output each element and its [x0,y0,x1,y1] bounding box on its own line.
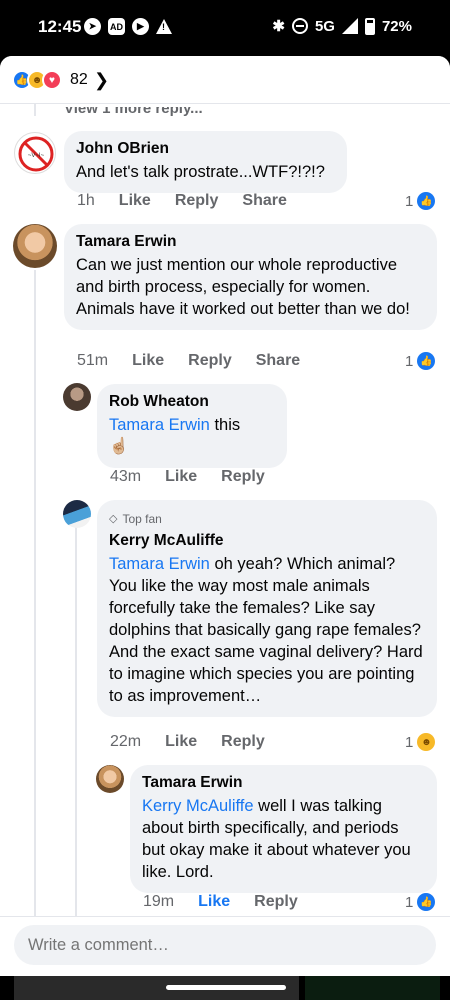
avatar[interactable] [96,765,124,793]
reply-button[interactable]: Reply [221,733,265,751]
network-label: 5G [314,17,335,35]
notification-icons: ➤ AD ▶ ! [84,18,172,35]
reaction-count: 82 [70,71,88,88]
like-button[interactable]: Like [165,468,197,486]
comment-text: And let's talk prostrate...WTF?!?!? [76,163,325,181]
comment-text-body: oh yeah? Which animal? You like the way … [109,555,423,705]
thread-line [34,104,36,116]
avatar[interactable] [13,224,57,268]
mention-link[interactable]: Tamara Erwin [109,555,210,573]
comment-time[interactable]: 51m [77,352,108,370]
thread-line [34,270,36,920]
svg-text:~V~I~: ~V~I~ [28,153,45,159]
commenter-name[interactable]: John OBrien [76,139,335,159]
comment-actions: 51m Like Reply Share [77,352,300,370]
battery-label: 72% [381,17,412,35]
comment-text: Can we just mention our whole reproducti… [76,256,410,318]
top-fan-badge: ◇ Top fan [109,508,425,530]
love-icon: ♥ [42,70,62,90]
commenter-name[interactable]: Rob Wheaton [109,392,275,412]
reply-button[interactable]: Reply [175,192,219,210]
comment-text: Tamara Erwin oh yeah? Which animal? You … [109,553,425,707]
do-not-disturb-icon [291,18,308,34]
reaction-icons: 👍 ☻ ♥ [12,70,62,90]
avatar[interactable] [63,500,91,528]
bluetooth-icon: ✱ [272,18,285,35]
like-button[interactable]: Like [132,352,164,370]
reaction-count: 1 [405,893,414,911]
background-content [305,976,440,1000]
badge-label: Top fan [122,512,162,526]
reply-button[interactable]: Reply [254,893,298,911]
like-button[interactable]: Like [119,192,151,210]
mention-link[interactable]: Kerry McAuliffe [142,797,254,815]
reaction-count: 1 [405,192,414,210]
warning-icon: ! [156,19,172,34]
avatar[interactable]: ~V~I~ [14,132,56,174]
emoji: ☝🏼 [109,438,129,455]
reaction-count: 1 [405,352,414,370]
chevron-right-icon: ❯ [94,70,110,90]
signal-icon [341,18,358,34]
reaction-count: 1 [405,733,414,751]
comment-reaction-count[interactable]: 1 ☻ [405,733,436,751]
comments-sheet: 👍 ☻ ♥ 82 ❯ View 1 more reply... ~V~I~ Jo… [0,56,450,976]
home-indicator[interactable] [166,985,286,990]
battery-icon [364,17,375,35]
comment-actions: 19m Like Reply [143,893,298,911]
thread-line [75,526,77,920]
commenter-name[interactable]: Tamara Erwin [142,773,425,793]
comment-time[interactable]: 1h [77,192,95,210]
comment-time[interactable]: 19m [143,893,174,911]
like-icon: 👍 [417,192,436,210]
like-icon: 👍 [417,352,436,370]
avatar[interactable] [63,383,91,411]
comment-reaction-count[interactable]: 1 👍 [405,192,436,210]
comment-bubble[interactable]: John OBrien And let's talk prostrate...W… [64,131,347,193]
mention-link[interactable]: Tamara Erwin [109,416,210,434]
comment-text: Tamara Erwin this [109,414,275,436]
share-button[interactable]: Share [242,192,286,210]
like-button[interactable]: Like [165,733,197,751]
comment-text: Kerry McAuliffe well I was talking about… [142,795,425,883]
comment-reaction-count[interactable]: 1 👍 [405,352,436,370]
messenger-icon: ➤ [84,18,101,35]
comment-actions: 43m Like Reply [110,468,265,486]
status-time: 12:45 [38,17,82,36]
comment-bubble[interactable]: ◇ Top fan Kerry McAuliffe Tamara Erwin o… [97,500,437,717]
comment-actions: 22m Like Reply [110,733,265,751]
haha-icon: ☻ [417,733,436,751]
reply-button[interactable]: Reply [188,352,232,370]
share-button[interactable]: Share [256,352,300,370]
comment-time[interactable]: 43m [110,468,141,486]
status-bar: 12:45 ➤ AD ▶ ! ✱ 5G 72% [0,0,450,56]
comment-text-body: this [214,416,241,434]
system-status: ✱ 5G 72% [272,17,412,35]
ad-icon: AD [108,18,125,35]
like-icon: 👍 [417,893,436,911]
comment-bubble[interactable]: Rob Wheaton Tamara Erwin this ☝🏼 [97,384,287,468]
play-icon: ▶ [132,18,149,35]
comment-actions: 1h Like Reply Share [77,192,287,210]
diamond-icon: ◇ [109,513,118,525]
comment-bubble[interactable]: Tamara Erwin Kerry McAuliffe well I was … [130,765,437,893]
reactions-summary[interactable]: 👍 ☻ ♥ 82 ❯ [0,56,450,104]
commenter-name[interactable]: Tamara Erwin [76,232,425,252]
reply-button[interactable]: Reply [221,468,265,486]
like-button[interactable]: Like [198,893,230,911]
commenter-name[interactable]: Kerry McAuliffe [109,531,425,551]
no-symbol-icon: ~V~I~ [18,136,54,172]
comment-input[interactable] [14,925,436,965]
comment-bubble[interactable]: Tamara Erwin Can we just mention our who… [64,224,437,330]
comment-reaction-count[interactable]: 1 👍 [405,893,436,911]
comment-composer [0,916,450,976]
comment-time[interactable]: 22m [110,733,141,751]
